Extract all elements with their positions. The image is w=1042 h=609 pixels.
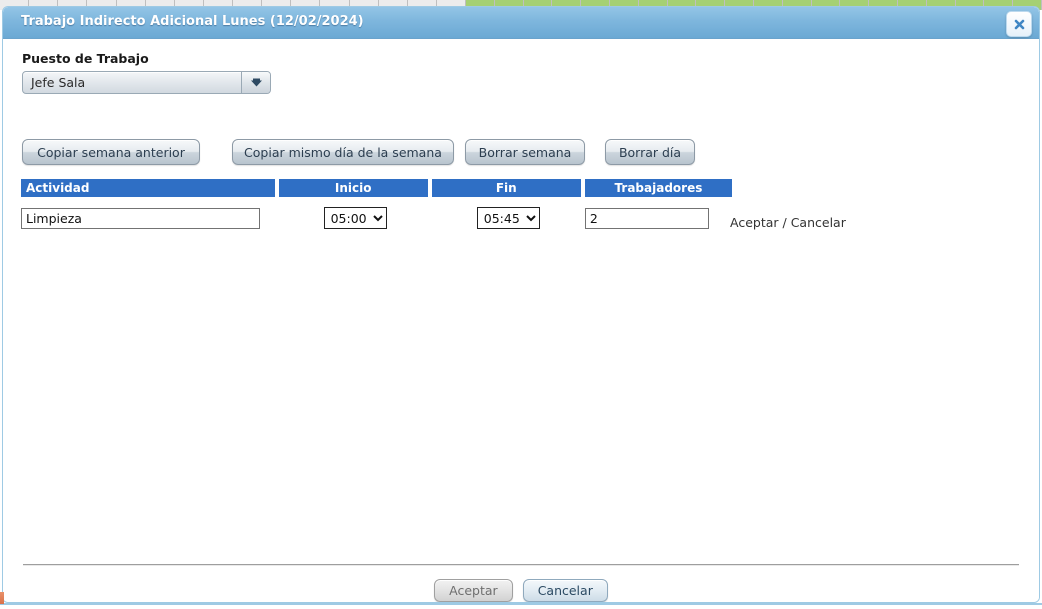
row-action-separator: / [779, 215, 791, 230]
corner-marker [0, 592, 4, 604]
cell-actividad [21, 208, 279, 229]
modal-dialog: Trabajo Indirecto Adicional Lunes (12/02… [2, 6, 1040, 603]
dialog-body: Puesto de Trabajo Jefe Sala Copiar seman… [3, 39, 1039, 602]
puesto-de-trabajo-select[interactable]: Jefe Sala [22, 71, 271, 94]
borrar-semana-button[interactable]: Borrar semana [465, 139, 585, 165]
activities-table: Actividad Inicio Fin Trabajadores 05:00 [21, 179, 732, 232]
cell-inicio: 05:00 [279, 207, 432, 229]
close-icon[interactable] [1006, 11, 1032, 37]
dialog-titlebar: Trabajo Indirecto Adicional Lunes (12/02… [3, 7, 1039, 39]
fin-select[interactable]: 05:45 [477, 207, 540, 229]
aceptar-button[interactable]: Aceptar [434, 579, 513, 602]
cell-fin: 05:45 [432, 207, 585, 229]
page-bottom-border [0, 603, 1042, 605]
copiar-semana-anterior-button[interactable]: Copiar semana anterior [22, 139, 200, 165]
dialog-footer: Aceptar Cancelar [3, 579, 1039, 602]
table-row: 05:00 05:45 [21, 204, 732, 232]
row-aceptar-link[interactable]: Aceptar [730, 215, 779, 230]
trabajadores-input[interactable] [585, 208, 709, 229]
row-action-links: Aceptar / Cancelar [730, 215, 846, 230]
row-cancelar-link[interactable]: Cancelar [791, 215, 846, 230]
puesto-de-trabajo-value: Jefe Sala [23, 72, 242, 93]
puesto-de-trabajo-label: Puesto de Trabajo [22, 51, 149, 66]
table-header-row: Actividad Inicio Fin Trabajadores [21, 179, 732, 197]
copiar-mismo-dia-de-la-semana-button[interactable]: Copiar mismo día de la semana [232, 139, 454, 165]
footer-divider [23, 564, 1019, 565]
inicio-select[interactable]: 05:00 [324, 207, 387, 229]
column-header-trabajadores: Trabajadores [585, 179, 732, 197]
column-header-inicio: Inicio [279, 179, 428, 197]
column-header-actividad: Actividad [21, 179, 275, 197]
column-header-fin: Fin [432, 179, 581, 197]
actividad-input[interactable] [21, 208, 260, 229]
chevron-down-icon[interactable] [242, 72, 270, 93]
cell-trabajadores [585, 208, 732, 229]
borrar-dia-button[interactable]: Borrar día [605, 139, 695, 165]
dialog-title: Trabajo Indirecto Adicional Lunes (12/02… [21, 14, 364, 29]
cancelar-button[interactable]: Cancelar [523, 579, 608, 602]
